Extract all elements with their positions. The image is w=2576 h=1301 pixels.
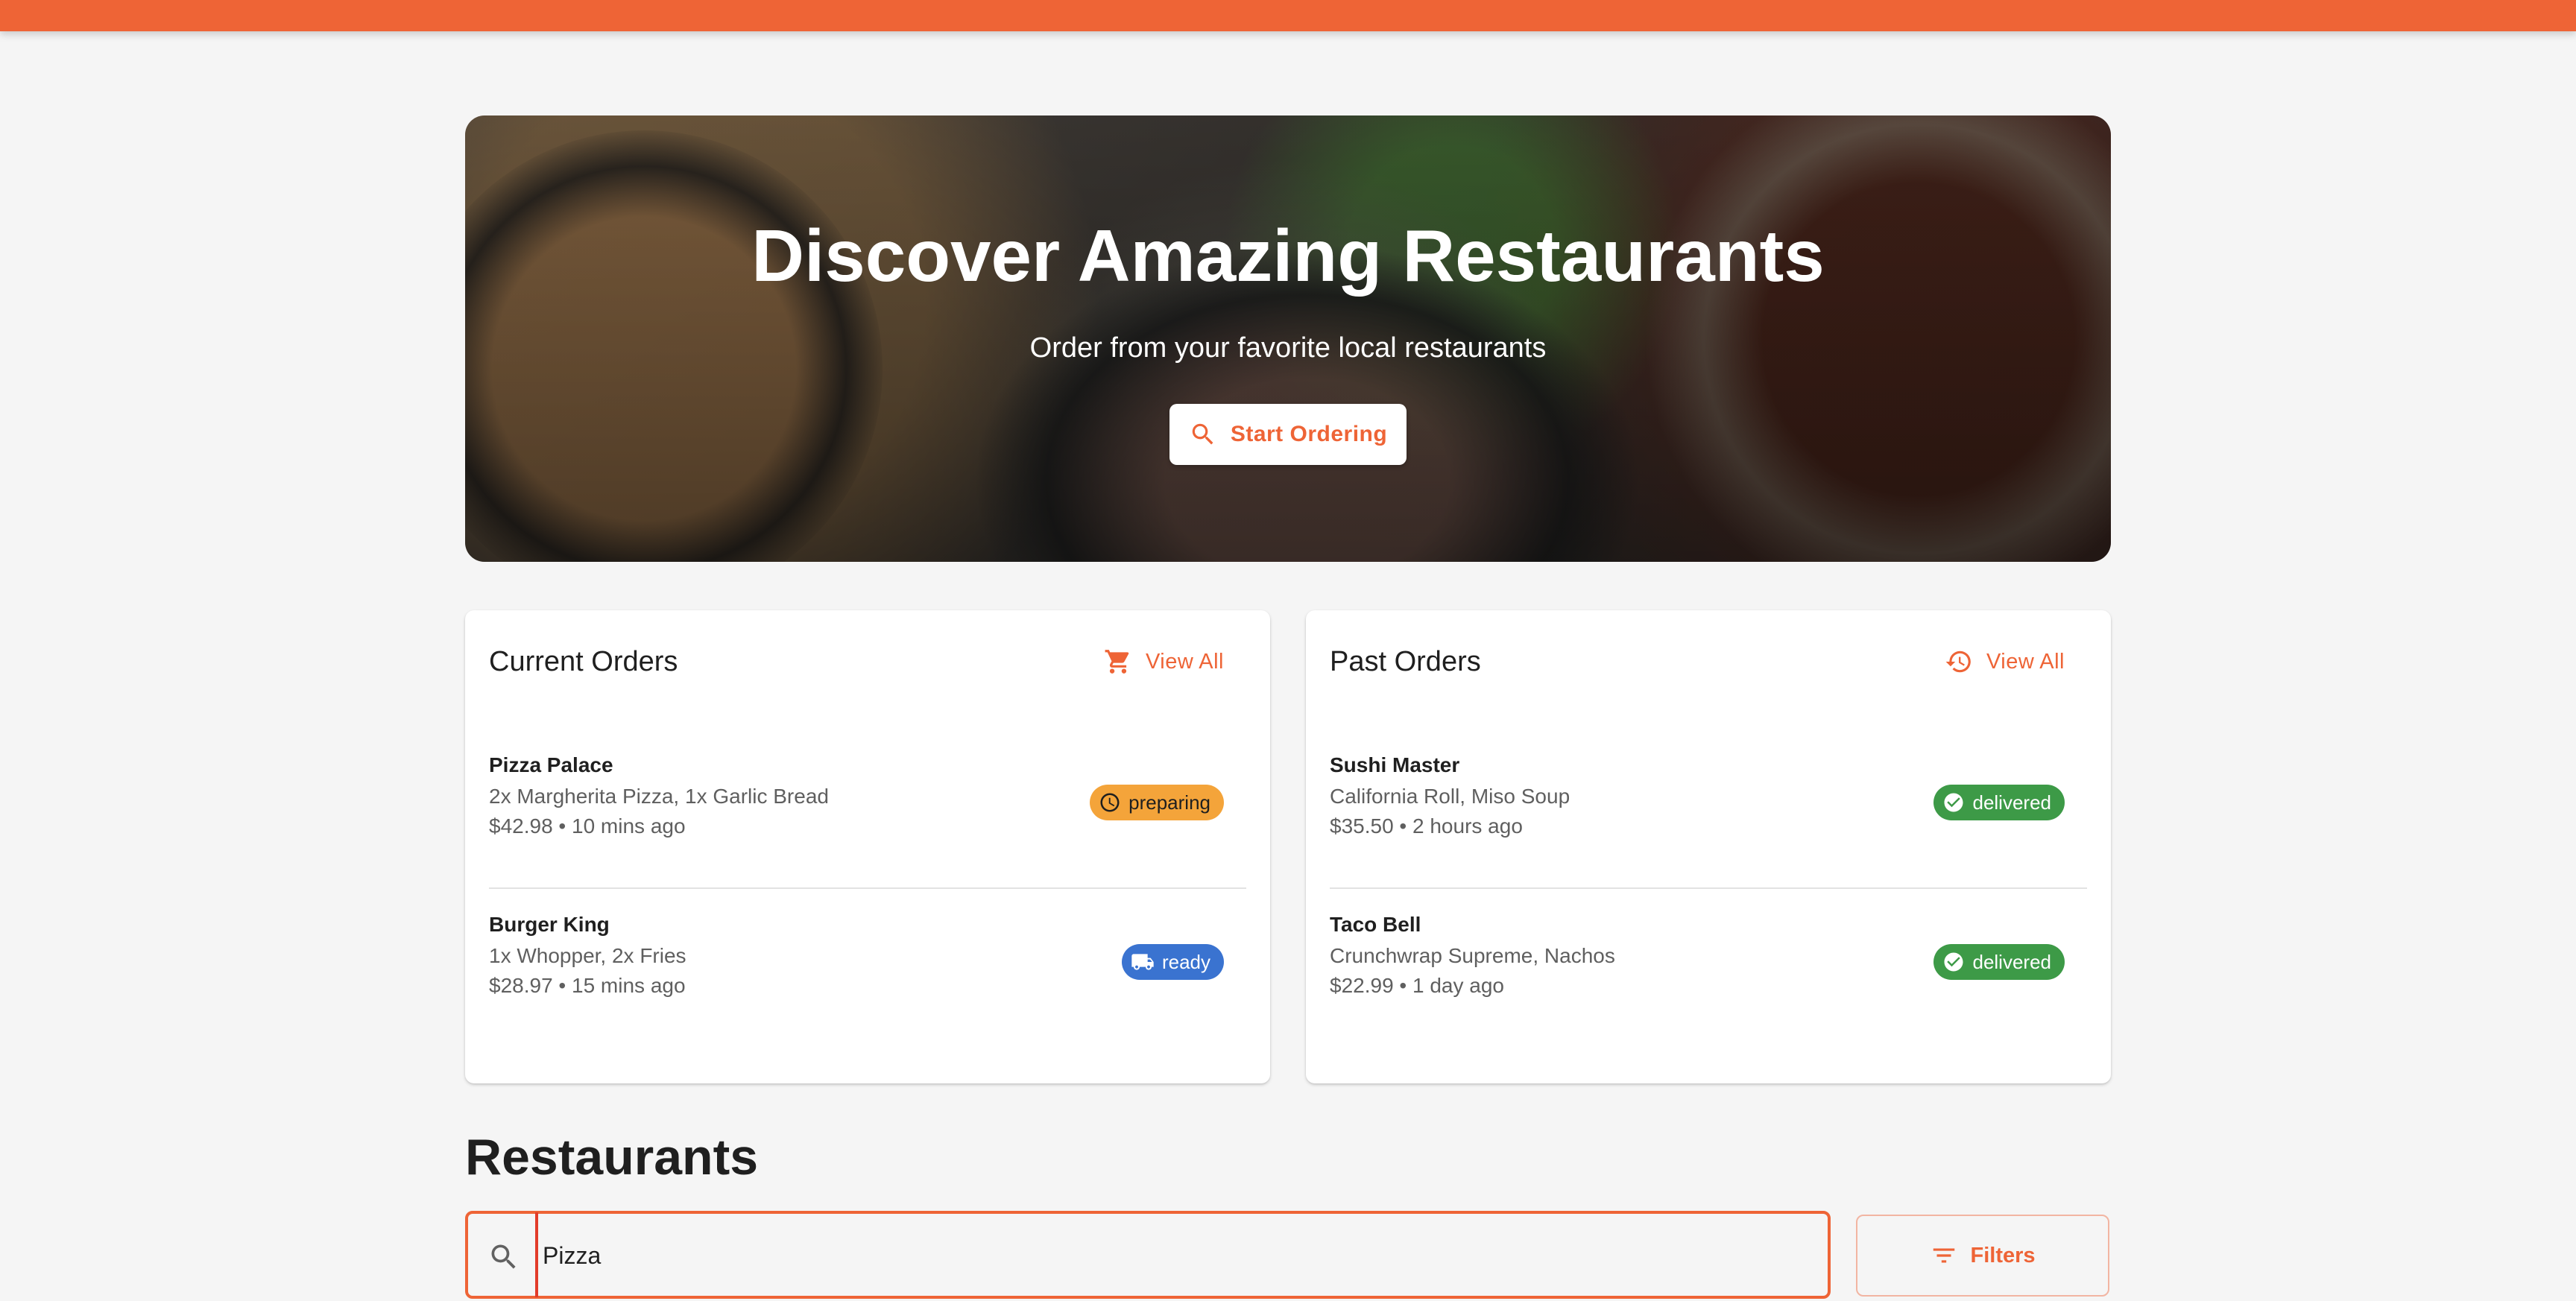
order-item[interactable]: Taco Bell Crunchwrap Supreme, Nachos $22… — [1330, 911, 2087, 1045]
past-orders-view-all-button[interactable]: View All — [1945, 648, 2065, 676]
current-orders-card: Current Orders View All Pizza Palace 2x … — [465, 610, 1270, 1083]
order-meta: $42.98 • 10 mins ago — [489, 814, 686, 838]
hero-subtitle: Order from your favorite local restauran… — [1029, 332, 1547, 364]
status-label: preparing — [1128, 791, 1210, 814]
check-circle-icon — [1942, 791, 1965, 814]
truck-icon — [1131, 950, 1155, 974]
cart-icon — [1104, 648, 1132, 676]
current-orders-view-all-button[interactable]: View All — [1104, 648, 1224, 676]
status-label: delivered — [1972, 951, 2051, 973]
order-restaurant: Burger King — [489, 913, 610, 936]
status-badge: preparing — [1090, 785, 1224, 820]
clock-icon — [1099, 791, 1121, 814]
order-items: Crunchwrap Supreme, Nachos — [1330, 944, 1615, 967]
order-item[interactable]: Pizza Palace 2x Margherita Pizza, 1x Gar… — [489, 752, 1246, 886]
order-restaurant: Taco Bell — [1330, 913, 1421, 936]
search-input[interactable] — [541, 1229, 1796, 1282]
hero-banner: Discover Amazing Restaurants Order from … — [465, 115, 2111, 562]
app-bar — [0, 0, 2576, 31]
search-icon — [1189, 420, 1217, 449]
filters-label: Filters — [1970, 1243, 2036, 1267]
past-orders-card: Past Orders View All Sushi Master Califo… — [1306, 610, 2111, 1083]
hero-title: Discover Amazing Restaurants — [751, 215, 1825, 297]
view-all-label: View All — [1145, 649, 1224, 674]
view-all-label: View All — [1986, 649, 2065, 674]
order-item[interactable]: Burger King 1x Whopper, 2x Fries $28.97 … — [489, 911, 1246, 1045]
order-items: 1x Whopper, 2x Fries — [489, 944, 686, 967]
status-badge: delivered — [1933, 785, 2065, 820]
order-item[interactable]: Sushi Master California Roll, Miso Soup … — [1330, 752, 2087, 886]
search-divider — [535, 1212, 538, 1297]
order-meta: $28.97 • 15 mins ago — [489, 974, 686, 997]
filter-icon — [1930, 1241, 1958, 1270]
order-restaurant: Sushi Master — [1330, 753, 1460, 776]
order-items: California Roll, Miso Soup — [1330, 785, 1570, 808]
past-orders-title: Past Orders — [1330, 646, 1481, 677]
divider — [1330, 887, 2087, 889]
status-badge: delivered — [1933, 944, 2065, 980]
order-items: 2x Margherita Pizza, 1x Garlic Bread — [489, 785, 829, 808]
start-ordering-button[interactable]: Start Ordering — [1169, 404, 1407, 465]
current-orders-title: Current Orders — [489, 646, 678, 677]
search-icon — [487, 1241, 520, 1273]
status-badge: ready — [1121, 944, 1224, 980]
history-icon — [1945, 648, 1973, 676]
status-label: delivered — [1972, 791, 2051, 814]
order-meta: $35.50 • 2 hours ago — [1330, 814, 1523, 838]
restaurant-search — [465, 1211, 1831, 1299]
restaurants-heading: Restaurants — [465, 1129, 759, 1186]
status-label: ready — [1161, 951, 1210, 973]
divider — [489, 887, 1246, 889]
start-ordering-label: Start Ordering — [1230, 422, 1388, 446]
check-circle-icon — [1942, 951, 1965, 973]
filters-button[interactable]: Filters — [1856, 1215, 2109, 1297]
order-meta: $22.99 • 1 day ago — [1330, 974, 1504, 997]
order-restaurant: Pizza Palace — [489, 753, 613, 776]
